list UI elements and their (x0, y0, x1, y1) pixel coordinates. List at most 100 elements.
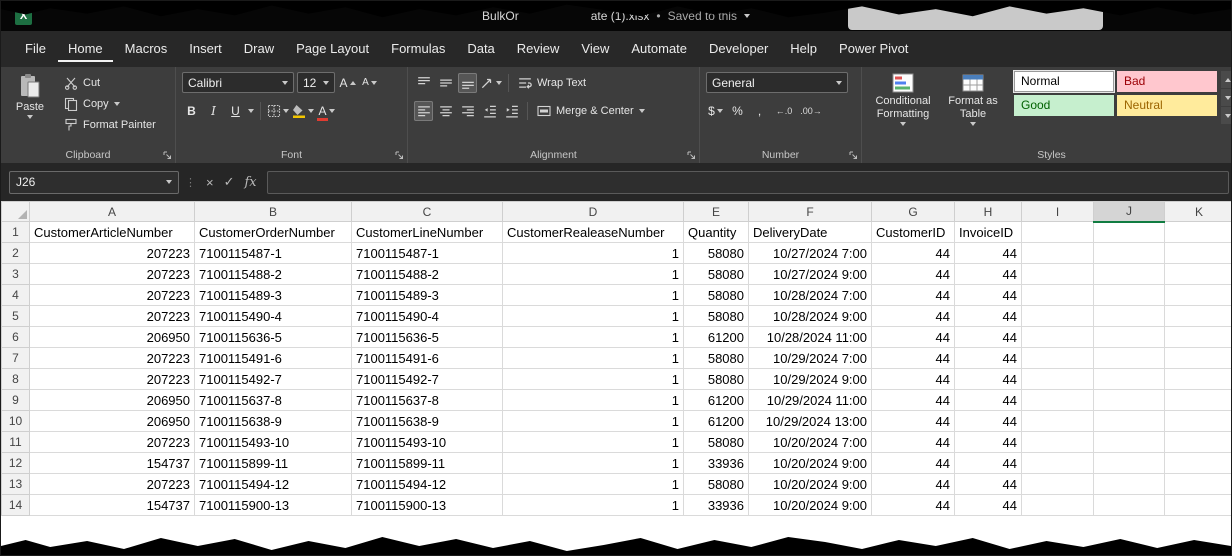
cancel-button[interactable]: × (206, 175, 214, 190)
row-header-13[interactable]: 13 (2, 474, 30, 495)
cell-B9[interactable]: 7100115637-8 (195, 390, 352, 411)
cell-D6[interactable]: 1 (503, 327, 684, 348)
cell-I11[interactable] (1022, 432, 1094, 453)
cell-C5[interactable]: 7100115490-4 (352, 306, 503, 327)
copy-button[interactable]: Copy (61, 94, 159, 113)
name-box[interactable]: J26 (9, 171, 179, 194)
search-box[interactable] (848, 6, 1103, 30)
cell-F12[interactable]: 10/20/2024 9:00 (749, 453, 872, 474)
cell-C14[interactable]: 7100115900-13 (352, 495, 503, 516)
cell-G9[interactable]: 44 (872, 390, 955, 411)
cell-A13[interactable]: 207223 (30, 474, 195, 495)
cell-G1[interactable]: CustomerID (872, 222, 955, 243)
cell-J3[interactable] (1094, 264, 1165, 285)
cell-F4[interactable]: 10/28/2024 7:00 (749, 285, 872, 306)
align-left-button[interactable] (414, 101, 433, 121)
underline-button[interactable]: U (226, 101, 245, 121)
row-header-5[interactable]: 5 (2, 306, 30, 327)
cell-H11[interactable]: 44 (955, 432, 1022, 453)
cell-K2[interactable] (1165, 243, 1232, 264)
cell-H8[interactable]: 44 (955, 369, 1022, 390)
cell-E11[interactable]: 58080 (684, 432, 749, 453)
row-header-12[interactable]: 12 (2, 453, 30, 474)
cell-C11[interactable]: 7100115493-10 (352, 432, 503, 453)
cell-B11[interactable]: 7100115493-10 (195, 432, 352, 453)
cell-H9[interactable]: 44 (955, 390, 1022, 411)
align-right-button[interactable] (458, 101, 477, 121)
cell-H13[interactable]: 44 (955, 474, 1022, 495)
cell-J11[interactable] (1094, 432, 1165, 453)
cell-K9[interactable] (1165, 390, 1232, 411)
cell-F9[interactable]: 10/29/2024 11:00 (749, 390, 872, 411)
number-dialog-launcher-icon[interactable] (849, 151, 858, 160)
cell-E8[interactable]: 58080 (684, 369, 749, 390)
cell-C12[interactable]: 7100115899-11 (352, 453, 503, 474)
italic-button[interactable]: I (204, 101, 223, 121)
increase-indent-button[interactable] (502, 101, 521, 121)
cell-C7[interactable]: 7100115491-6 (352, 348, 503, 369)
row-header-2[interactable]: 2 (2, 243, 30, 264)
cell-E7[interactable]: 58080 (684, 348, 749, 369)
wrap-text-button[interactable]: Wrap Text (515, 73, 589, 92)
tab-developer[interactable]: Developer (699, 38, 778, 62)
cell-D13[interactable]: 1 (503, 474, 684, 495)
cell-C9[interactable]: 7100115637-8 (352, 390, 503, 411)
cell-A5[interactable]: 207223 (30, 306, 195, 327)
cell-G2[interactable]: 44 (872, 243, 955, 264)
cell-D8[interactable]: 1 (503, 369, 684, 390)
tab-draw[interactable]: Draw (234, 38, 284, 62)
cell-C8[interactable]: 7100115492-7 (352, 369, 503, 390)
alignment-dialog-launcher-icon[interactable] (687, 151, 696, 160)
cell-B5[interactable]: 7100115490-4 (195, 306, 352, 327)
cell-F6[interactable]: 10/28/2024 11:00 (749, 327, 872, 348)
cell-B2[interactable]: 7100115487-1 (195, 243, 352, 264)
clipboard-dialog-launcher-icon[interactable] (163, 151, 172, 160)
column-header-B[interactable]: B (195, 202, 352, 222)
underline-dropdown-icon[interactable] (248, 109, 254, 113)
tab-formulas[interactable]: Formulas (381, 38, 455, 62)
cell-G7[interactable]: 44 (872, 348, 955, 369)
cell-E9[interactable]: 61200 (684, 390, 749, 411)
tab-review[interactable]: Review (507, 38, 570, 62)
column-header-G[interactable]: G (872, 202, 955, 222)
cell-K4[interactable] (1165, 285, 1232, 306)
grow-font-button[interactable]: A (338, 73, 357, 93)
cell-D1[interactable]: CustomerRealeaseNumber (503, 222, 684, 243)
comma-style-button[interactable]: , (750, 101, 769, 121)
row-header-1[interactable]: 1 (2, 222, 30, 243)
cell-K3[interactable] (1165, 264, 1232, 285)
cell-E2[interactable]: 58080 (684, 243, 749, 264)
tab-help[interactable]: Help (780, 38, 827, 62)
cell-C10[interactable]: 7100115638-9 (352, 411, 503, 432)
cell-K1[interactable] (1165, 222, 1232, 243)
cell-C13[interactable]: 7100115494-12 (352, 474, 503, 495)
cell-J5[interactable] (1094, 306, 1165, 327)
cell-F2[interactable]: 10/27/2024 7:00 (749, 243, 872, 264)
enter-button[interactable]: ✓ (224, 174, 235, 190)
cell-A1[interactable]: CustomerArticleNumber (30, 222, 195, 243)
cell-G14[interactable]: 44 (872, 495, 955, 516)
tab-data[interactable]: Data (457, 38, 504, 62)
row-header-7[interactable]: 7 (2, 348, 30, 369)
cell-F1[interactable]: DeliveryDate (749, 222, 872, 243)
cell-G13[interactable]: 44 (872, 474, 955, 495)
tab-page-layout[interactable]: Page Layout (286, 38, 379, 62)
column-header-H[interactable]: H (955, 202, 1022, 222)
row-header-11[interactable]: 11 (2, 432, 30, 453)
row-header-9[interactable]: 9 (2, 390, 30, 411)
cell-C4[interactable]: 7100115489-3 (352, 285, 503, 306)
top-align-button[interactable] (414, 73, 433, 93)
cell-G3[interactable]: 44 (872, 264, 955, 285)
cell-A6[interactable]: 206950 (30, 327, 195, 348)
cell-E4[interactable]: 58080 (684, 285, 749, 306)
cell-G12[interactable]: 44 (872, 453, 955, 474)
cell-K5[interactable] (1165, 306, 1232, 327)
cell-I2[interactable] (1022, 243, 1094, 264)
cell-J14[interactable] (1094, 495, 1165, 516)
cell-A7[interactable]: 207223 (30, 348, 195, 369)
cell-H1[interactable]: InvoiceID (955, 222, 1022, 243)
cell-C6[interactable]: 7100115636-5 (352, 327, 503, 348)
cell-F5[interactable]: 10/28/2024 9:00 (749, 306, 872, 327)
cell-K6[interactable] (1165, 327, 1232, 348)
cell-K12[interactable] (1165, 453, 1232, 474)
